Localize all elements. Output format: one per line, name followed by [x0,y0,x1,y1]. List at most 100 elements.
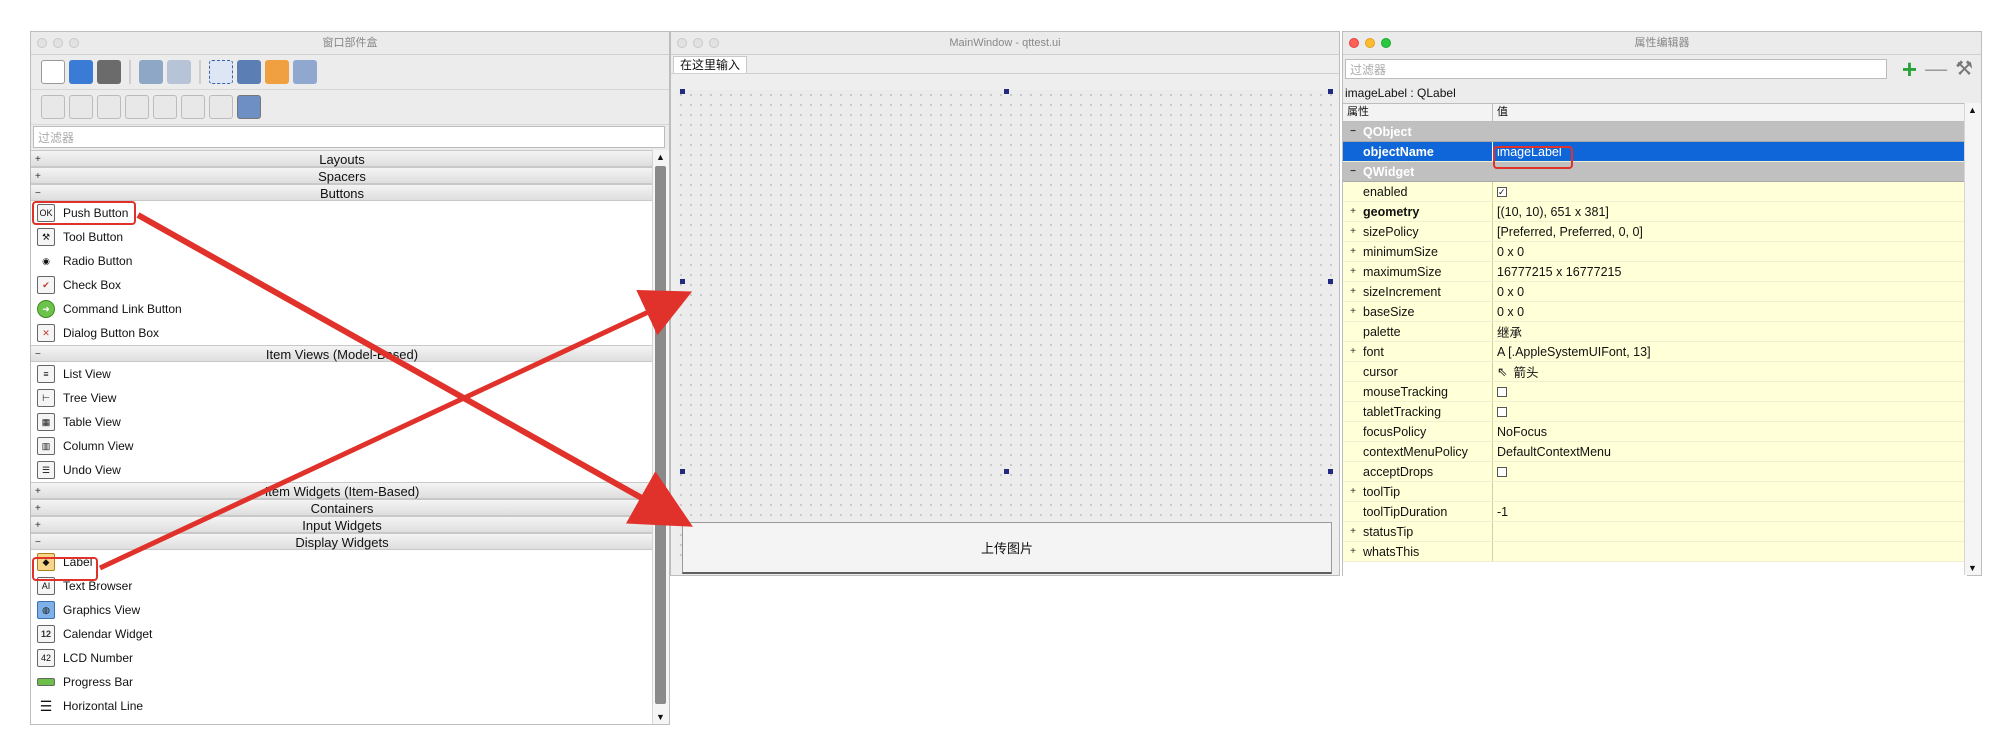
edit-signals-icon[interactable] [237,60,261,84]
property-row-font[interactable]: + font A [.AppleSystemUIFont, 13] [1343,342,1967,362]
property-value[interactable]: 0 x 0 [1497,305,1524,319]
property-row-basesize[interactable]: + baseSize 0 x 0 [1343,302,1967,322]
property-row-cursor[interactable]: cursor ⇖ 箭头 [1343,362,1967,382]
property-row-objectname[interactable]: objectName imageLabel [1343,142,1967,162]
scroll-thumb[interactable] [655,166,666,704]
zoom-button[interactable] [1381,38,1391,48]
edit-tab-order-icon[interactable] [293,60,317,84]
property-row-statustip[interactable]: + statusTip [1343,522,1967,542]
close-button[interactable] [677,38,687,48]
selection-handle[interactable] [680,469,685,474]
widget-tree-view[interactable]: ⊢ Tree View [31,386,653,410]
property-row-palette[interactable]: palette 继承 [1343,322,1967,342]
open-file-icon[interactable] [69,60,93,84]
layout-grid-icon[interactable] [153,95,177,119]
selection-handle[interactable] [1004,469,1009,474]
adjust-size-icon[interactable] [237,95,261,119]
widget-horizontal-line[interactable]: ☰ Horizontal Line [31,694,653,718]
expand-toggle-icon[interactable]: + [1343,486,1363,497]
property-value[interactable]: 0 x 0 [1497,285,1524,299]
property-table-scrollbar[interactable]: ▲ ▼ [1964,103,1981,575]
category-item-widgets[interactable]: + Item Widgets (Item-Based) [31,482,653,499]
send-to-back-icon[interactable] [167,60,191,84]
layout-splitter-v-icon[interactable] [125,95,149,119]
expand-toggle-icon[interactable]: + [1343,286,1363,297]
category-spacers[interactable]: + Spacers [31,167,653,184]
selection-handle[interactable] [1328,279,1333,284]
zoom-button[interactable] [69,38,79,48]
property-row-tooltip[interactable]: + toolTip [1343,482,1967,502]
checkbox-unchecked-icon[interactable] [1497,386,1507,397]
widget-calendar[interactable]: 12 Calendar Widget [31,622,653,646]
widget-dialog-button-box[interactable]: ✕ Dialog Button Box [31,321,653,345]
widget-check-box[interactable]: ✔ Check Box [31,273,653,297]
upload-image-button[interactable]: 上传图片 [682,522,1332,574]
property-value[interactable]: 箭头 [1513,362,1538,381]
property-row-sizeincrement[interactable]: + sizeIncrement 0 x 0 [1343,282,1967,302]
widget-filter-input[interactable]: 过滤器 [33,126,665,148]
property-row-tablettracking[interactable]: tabletTracking [1343,402,1967,422]
property-row-enabled[interactable]: enabled ✓ [1343,182,1967,202]
property-value[interactable]: 0 x 0 [1497,245,1524,259]
category-display-widgets[interactable]: − Display Widgets [31,533,653,550]
layout-splitter-h-icon[interactable] [97,95,121,119]
edit-widgets-icon[interactable] [209,60,233,84]
property-row-whatsthis[interactable]: + whatsThis [1343,542,1967,562]
checkbox-unchecked-icon[interactable] [1497,466,1507,477]
layout-horizontal-icon[interactable] [41,95,65,119]
expand-toggle-icon[interactable]: + [1343,246,1363,257]
expand-toggle-icon[interactable]: + [1343,546,1363,557]
expand-toggle-icon[interactable]: + [1343,306,1363,317]
property-row-minimumsize[interactable]: + minimumSize 0 x 0 [1343,242,1967,262]
group-row-qobject[interactable]: − QObject [1343,122,1967,142]
widget-table-view[interactable]: ▦ Table View [31,410,653,434]
close-button[interactable] [1349,38,1359,48]
column-header-property[interactable]: 属性 [1343,104,1493,121]
property-row-sizepolicy[interactable]: + sizePolicy [Preferred, Preferred, 0, 0] [1343,222,1967,242]
widget-lcd-number[interactable]: 42 LCD Number [31,646,653,670]
selection-handle[interactable] [1328,469,1333,474]
property-value[interactable]: NoFocus [1497,425,1547,439]
checkbox-unchecked-icon[interactable] [1497,406,1507,417]
property-row-tooltipduration[interactable]: toolTipDuration -1 [1343,502,1967,522]
property-value[interactable]: A [.AppleSystemUIFont, 13] [1497,345,1651,359]
category-containers[interactable]: + Containers [31,499,653,516]
property-value[interactable]: -1 [1497,505,1508,519]
add-dynamic-property-icon[interactable]: + [1902,56,1917,82]
category-input-widgets[interactable]: + Input Widgets [31,516,653,533]
selection-handle[interactable] [680,89,685,94]
property-value[interactable]: 继承 [1497,322,1522,341]
checkbox-checked-icon[interactable]: ✓ [1497,186,1507,197]
widget-command-link-button[interactable]: ➜ Command Link Button [31,297,653,321]
break-layout-icon[interactable] [209,95,233,119]
widget-tool-button[interactable]: ⚒ Tool Button [31,225,653,249]
close-button[interactable] [37,38,47,48]
property-value[interactable]: 16777215 x 16777215 [1497,265,1621,279]
minimize-button[interactable] [53,38,63,48]
widget-progress-bar[interactable]: Progress Bar [31,670,653,694]
widget-list-scrollbar[interactable]: ▲ ▼ [652,150,669,724]
property-row-maximumsize[interactable]: + maximumSize 16777215 x 16777215 [1343,262,1967,282]
scroll-up-icon[interactable]: ▲ [656,152,665,162]
scroll-up-icon[interactable]: ▲ [1968,105,1977,115]
expand-toggle-icon[interactable]: + [1343,226,1363,237]
expand-toggle-icon[interactable]: + [1343,346,1363,357]
form-canvas[interactable] [676,90,1332,560]
widget-list-view[interactable]: ≡ List View [31,362,653,386]
property-row-geometry[interactable]: + geometry [(10, 10), 651 x 381] [1343,202,1967,222]
property-row-contextmenupolicy[interactable]: contextMenuPolicy DefaultContextMenu [1343,442,1967,462]
property-row-acceptdrops[interactable]: acceptDrops [1343,462,1967,482]
widget-label[interactable]: ◆ Label [31,550,653,574]
layout-form-icon[interactable] [181,95,205,119]
bring-to-front-icon[interactable] [139,60,163,84]
zoom-button[interactable] [709,38,719,48]
minimize-button[interactable] [1365,38,1375,48]
widget-undo-view[interactable]: ☰ Undo View [31,458,653,482]
save-file-icon[interactable] [97,60,121,84]
scroll-down-icon[interactable]: ▼ [1968,563,1977,573]
new-file-icon[interactable] [41,60,65,84]
menu-type-here[interactable]: 在这里输入 [673,56,748,73]
category-buttons[interactable]: − Buttons [31,184,653,201]
expand-toggle-icon[interactable]: + [1343,206,1363,217]
scroll-down-icon[interactable]: ▼ [656,712,665,722]
